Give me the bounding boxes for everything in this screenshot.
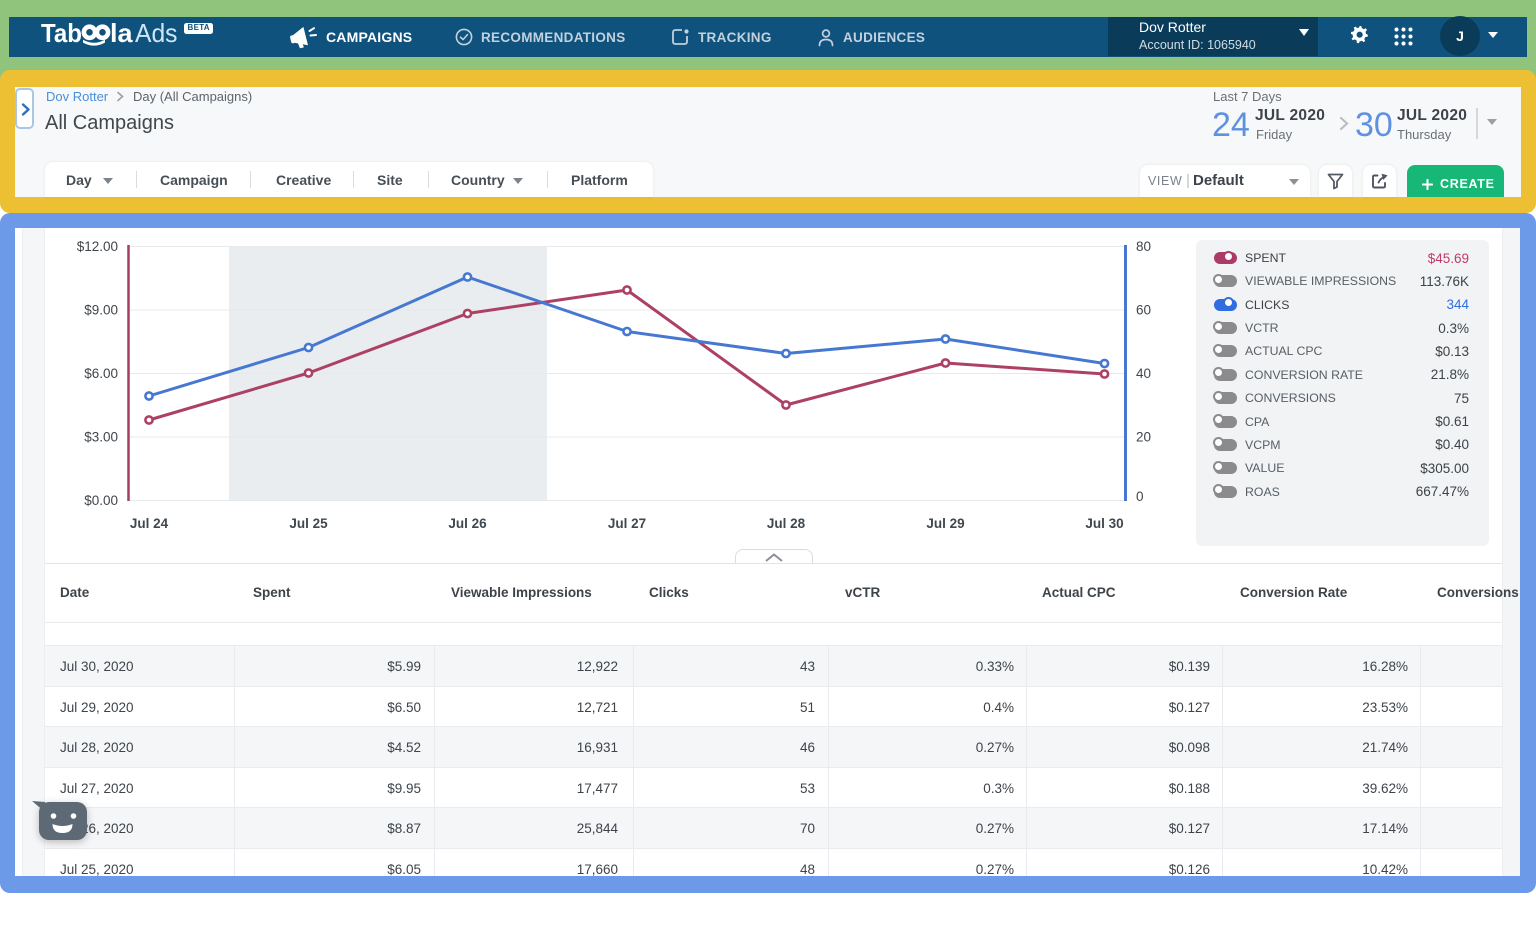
svg-text:Jul 28: Jul 28 (767, 516, 806, 531)
svg-text:la: la (110, 20, 133, 48)
svg-text:$6.00: $6.00 (84, 366, 118, 381)
svg-text:0: 0 (1136, 489, 1144, 504)
svg-text:Jul 25: Jul 25 (289, 516, 328, 531)
svg-text:Jul 29: Jul 29 (926, 516, 964, 531)
svg-text:Jul 24: Jul 24 (130, 516, 169, 531)
svg-text:$0.00: $0.00 (84, 493, 118, 508)
svg-text:60: 60 (1136, 303, 1151, 318)
svg-text:$12.00: $12.00 (77, 239, 118, 254)
svg-text:20: 20 (1136, 430, 1151, 445)
svg-text:Tab: Tab (41, 20, 82, 48)
svg-text:$3.00: $3.00 (84, 430, 118, 445)
svg-text:80: 80 (1136, 239, 1151, 254)
svg-text:$9.00: $9.00 (84, 303, 118, 318)
svg-text:Jul 30: Jul 30 (1085, 516, 1123, 531)
svg-text:Ads: Ads (135, 20, 178, 48)
svg-text:Jul 27: Jul 27 (608, 516, 646, 531)
svg-text:40: 40 (1136, 366, 1151, 381)
svg-text:Jul 26: Jul 26 (448, 516, 487, 531)
